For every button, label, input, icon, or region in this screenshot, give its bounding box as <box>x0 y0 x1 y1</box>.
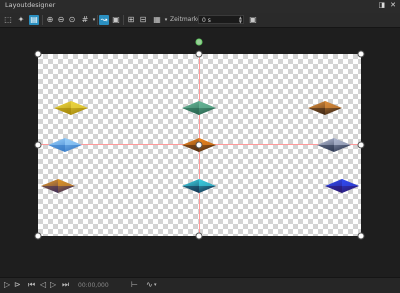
resize-handle-bottom-left[interactable] <box>34 232 42 240</box>
path-tool-icon[interactable]: ↝ <box>99 15 109 25</box>
diamond-green[interactable] <box>182 101 216 115</box>
zoom-in-icon[interactable]: ⊕ <box>45 15 55 25</box>
separator <box>123 15 124 25</box>
play-icon[interactable]: ▷ <box>4 280 10 290</box>
zoom-fit-icon[interactable]: ⊙ <box>67 15 77 25</box>
resize-handle-left[interactable] <box>34 141 42 149</box>
layout-view-icon[interactable]: ▤ <box>29 15 39 25</box>
diamond-cyan[interactable] <box>182 179 216 193</box>
pin-icon[interactable]: ◨ <box>379 1 386 9</box>
resize-handle-top-left[interactable] <box>34 50 42 58</box>
resize-handle-bottom-right[interactable] <box>357 232 365 240</box>
separator <box>42 15 43 25</box>
skip-end-icon[interactable]: ⏭ <box>62 280 69 290</box>
skip-start-icon[interactable]: ⏮ <box>28 280 35 290</box>
rotate-handle[interactable] <box>195 38 203 46</box>
layers-icon[interactable]: ✦ <box>16 15 26 25</box>
zoom-out-icon[interactable]: ⊖ <box>56 15 66 25</box>
marker-icon[interactable]: ⊢ <box>131 280 138 290</box>
chevron-down-icon[interactable]: ▾ <box>154 280 157 290</box>
diamond-blue-purple[interactable] <box>325 179 359 193</box>
title-bar: Layoutdesigner ◨ ✕ <box>0 0 400 14</box>
playback-time: 00:00,000 <box>78 282 109 289</box>
add-keyframe-icon[interactable]: ⊞ <box>126 15 136 25</box>
playback-bar: ▷ ⊳ ⏮ ◁ ▷ ⏭ 00:00,000 ⊢ ∿ ▾ <box>0 277 400 293</box>
center-handle[interactable] <box>195 141 203 149</box>
window-title: Layoutdesigner <box>5 1 56 9</box>
spinner-icon[interactable]: ▲ ▼ <box>239 16 242 24</box>
time-input[interactable]: 0 s ▲ ▼ <box>198 15 244 24</box>
resize-handle-top[interactable] <box>195 50 203 58</box>
save-icon[interactable]: ▣ <box>248 15 258 25</box>
diamond-navy[interactable] <box>317 138 351 152</box>
toolbar: ⬚ ✦ ▤ ⊕ ⊖ ⊙ # ▾ ↝ ▣ ⊞ ⊟ ▦ ▾ Zeitmarke: 0… <box>0 13 400 28</box>
camera-icon[interactable]: ▣ <box>111 15 121 25</box>
select-tool-icon[interactable]: ⬚ <box>3 15 13 25</box>
close-icon[interactable]: ✕ <box>390 1 396 9</box>
curve-icon[interactable]: ∿ <box>146 280 153 290</box>
resize-handle-right[interactable] <box>357 141 365 149</box>
diamond-orange-dark[interactable] <box>308 101 342 115</box>
time-input-value: 0 s <box>202 17 211 24</box>
layout-stage <box>0 28 400 276</box>
play-from-start-icon[interactable]: ⊳ <box>14 280 21 290</box>
step-forward-icon[interactable]: ▷ <box>50 280 56 290</box>
resize-handle-bottom[interactable] <box>195 232 203 240</box>
diamond-yellow[interactable] <box>54 101 88 115</box>
diamond-gold-dark[interactable] <box>41 179 75 193</box>
diamond-blue-light[interactable] <box>48 138 82 152</box>
remove-keyframe-icon[interactable]: ⊟ <box>138 15 148 25</box>
resize-handle-top-right[interactable] <box>357 50 365 58</box>
step-back-icon[interactable]: ◁ <box>40 280 46 290</box>
separator <box>97 15 98 25</box>
